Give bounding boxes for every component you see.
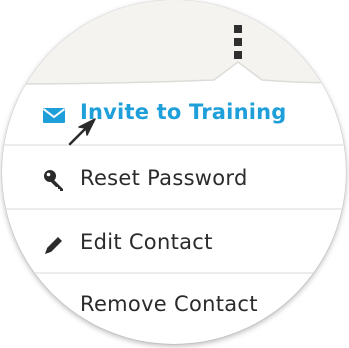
menu-item-remove-contact[interactable]: Remove Contact	[2, 276, 346, 338]
pencil-icon	[45, 237, 62, 254]
menu-item-label: Reset Password	[80, 166, 248, 190]
key-icon	[44, 170, 63, 191]
envelope-icon	[42, 108, 66, 123]
menu-item-label: Invite to Training	[80, 100, 287, 124]
magnified-view: Invite to Training Reset Password Edit C…	[0, 0, 349, 348]
mouse-pointer-icon	[68, 118, 96, 146]
kebab-menu-icon[interactable]	[234, 23, 242, 61]
menu-item-label: Edit Contact	[80, 230, 213, 254]
magnifier-lens: Invite to Training Reset Password Edit C…	[2, 0, 346, 344]
menu-item-edit-contact[interactable]: Edit Contact	[2, 212, 346, 274]
menu-item-invite-to-training[interactable]: Invite to Training	[2, 84, 346, 146]
menu-item-label: Remove Contact	[80, 292, 258, 316]
menu-item-reset-password[interactable]: Reset Password	[2, 148, 346, 210]
